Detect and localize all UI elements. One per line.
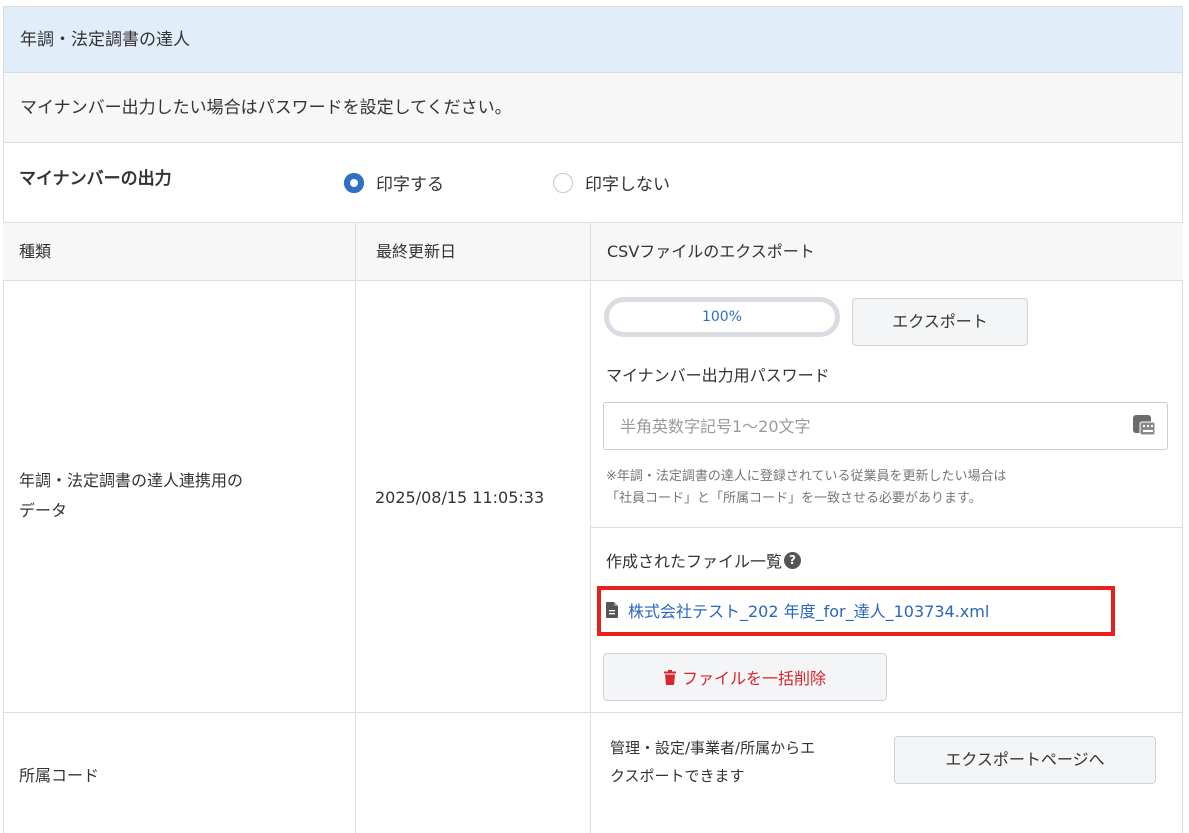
panel-header: 年調・法定調書の達人 <box>4 7 1182 73</box>
row-divider <box>590 527 1183 528</box>
export-page-note: 管理・設定/事業者/所属からエ クスポートできます <box>610 739 816 785</box>
export-button[interactable]: エクスポート <box>852 298 1028 346</box>
radio-print-label: 印字する <box>376 175 444 195</box>
radio-print[interactable]: 印字する <box>344 170 444 195</box>
column-header-export: CSVファイルのエクスポート <box>607 242 815 261</box>
radio-no-print-label: 印字しない <box>585 175 670 195</box>
column-header-updated: 最終更新日 <box>376 242 457 261</box>
delete-all-files-button[interactable]: ファイルを一括削除 <box>603 653 887 701</box>
file-link[interactable]: 株式会社テスト_202 年度_for_達人_103734.xml <box>606 598 989 622</box>
export-page-button[interactable]: エクスポートページへ <box>894 736 1156 784</box>
radio-unchecked-icon <box>553 172 573 193</box>
sync-note: ※年調・法定調書の達人に登録されている従業員を更新したい場合は 「社員コード」と… <box>606 469 1007 506</box>
radio-checked-icon <box>344 172 364 193</box>
mynumber-output-row: マイナンバーの出力 印字する 印字しない <box>3 136 1183 223</box>
column-header-type: 種類 <box>19 242 52 261</box>
row-type-cell: 所属コード <box>19 766 100 785</box>
password-notice: マイナンバー出力したい場合はパスワードを設定してください。 <box>4 73 1182 143</box>
radio-no-print[interactable]: 印字しない <box>553 170 670 195</box>
keyboard-icon[interactable] <box>1132 413 1156 437</box>
trash-icon <box>663 669 676 685</box>
column-divider <box>355 223 356 833</box>
password-label: マイナンバー出力用パスワード <box>606 366 830 385</box>
password-input[interactable] <box>603 402 1168 450</box>
table-header: 種類 最終更新日 CSVファイルのエクスポート <box>3 223 1183 281</box>
progress-label: 100% <box>701 309 743 325</box>
row-type-cell: 年調・法定調書の達人連携用の データ <box>19 471 244 520</box>
export-progress-bar: 100% <box>604 297 840 337</box>
file-icon <box>606 602 618 618</box>
file-name: 株式会社テスト_202 年度_for_達人_103734.xml <box>628 602 990 621</box>
row-updated-cell: 2025/08/15 11:05:33 <box>375 488 545 507</box>
mynumber-output-label: マイナンバーの出力 <box>19 169 172 189</box>
help-icon[interactable]: ? <box>784 551 802 569</box>
column-divider <box>590 223 591 833</box>
row-divider <box>3 712 1183 713</box>
files-list-title: 作成されたファイル一覧 ? <box>606 548 802 572</box>
